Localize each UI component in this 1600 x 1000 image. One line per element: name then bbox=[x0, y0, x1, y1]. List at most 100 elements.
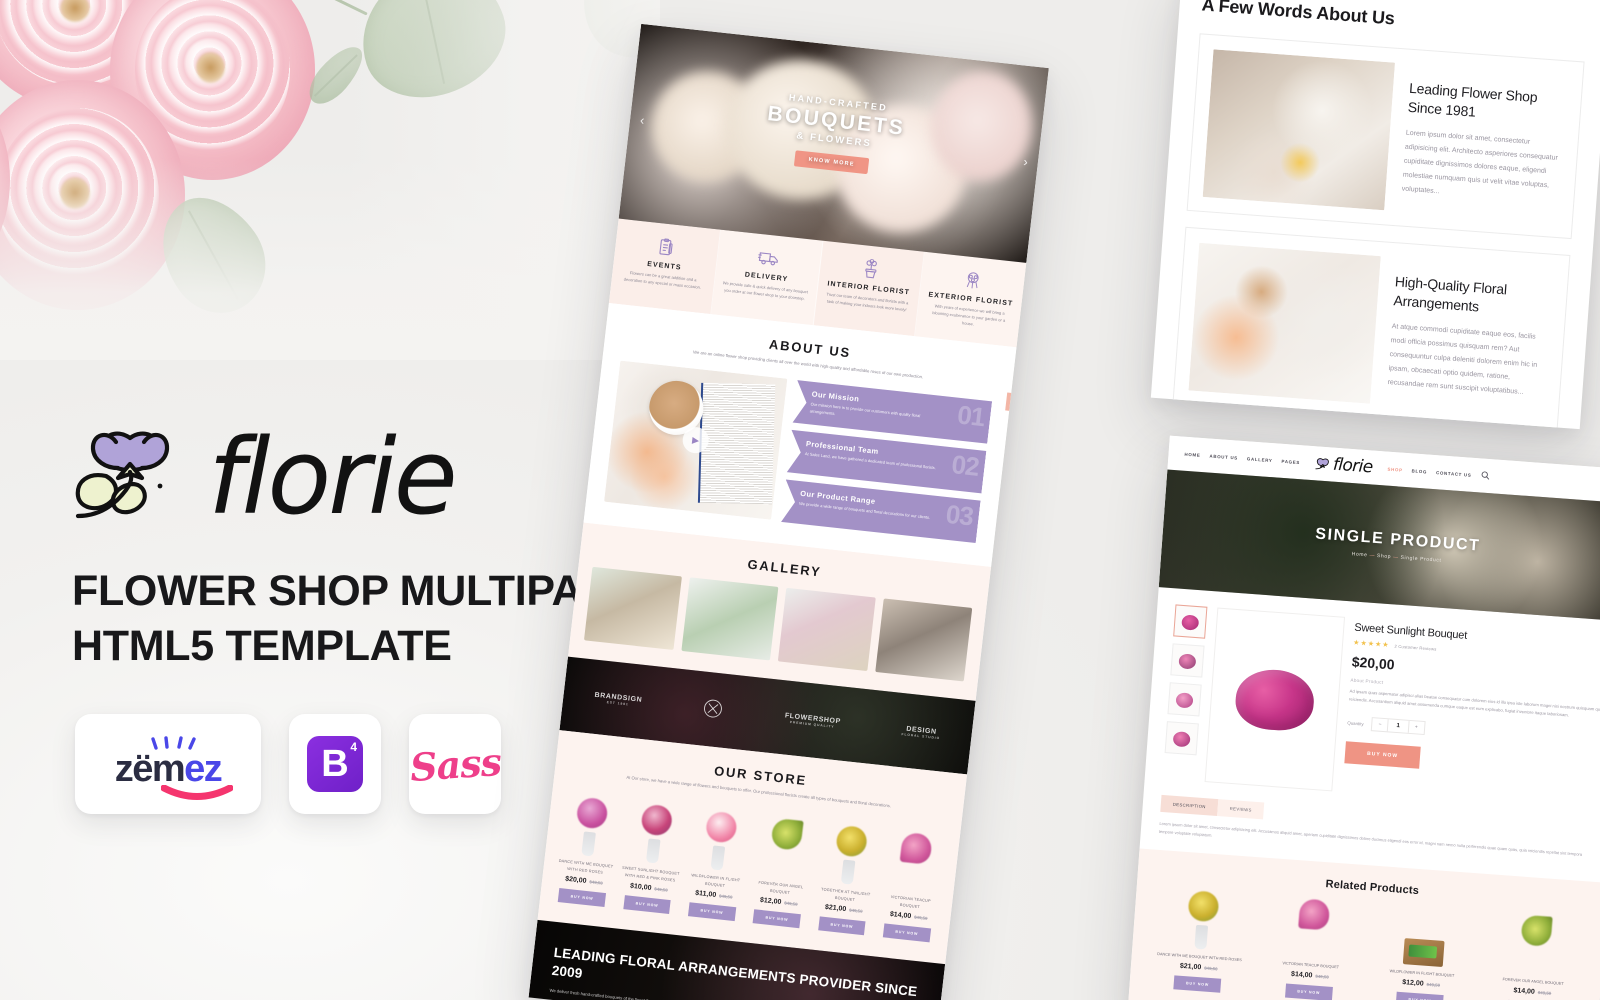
product-name: FOREVER OUR ANGEL BOUQUET bbox=[758, 880, 804, 895]
nav-contact-us[interactable]: CONTACT US bbox=[1436, 470, 1472, 478]
buy-now-button[interactable]: BUY NOW bbox=[1344, 741, 1421, 770]
potted-plant-icon bbox=[827, 255, 915, 284]
zemez-logo-icon: zëmez bbox=[115, 736, 234, 800]
presentation-canvas: florie FLOWER SHOP MULTIPAGE HTML5 TEMPL… bbox=[0, 0, 1600, 1000]
nav-shop[interactable]: SHOP bbox=[1387, 466, 1403, 472]
badge-bootstrap: B4 bbox=[289, 714, 381, 814]
buy-now-button[interactable]: BUY NOW bbox=[1395, 992, 1444, 1000]
increment-button[interactable]: + bbox=[1408, 721, 1424, 734]
service-card-events[interactable]: EVENTS Flowers can be a great addition a… bbox=[608, 218, 721, 315]
badge-sass: Sass bbox=[408, 714, 502, 814]
sass-logo-icon: Sass bbox=[408, 738, 502, 790]
product-price: $10,00 $49,50 bbox=[629, 882, 669, 893]
buy-now-button[interactable]: BUY NOW bbox=[1173, 975, 1222, 994]
tab-reviews[interactable]: REVIEWS bbox=[1217, 799, 1265, 820]
related-product-card[interactable]: FOREVER OUR ANGEL BOUQUET $14,00$49,50 B… bbox=[1479, 914, 1589, 1000]
product-card[interactable]: TOGETHER AT TWILIGHT BOUQUET $21,00 $49,5… bbox=[812, 816, 884, 936]
product-name: TOGETHER AT TWILIGHT BOUQUET bbox=[820, 887, 871, 902]
gallery-item[interactable] bbox=[874, 598, 973, 682]
product-grid: DANCE WITH ME BOUQUET WITH RED ROSES $20… bbox=[552, 787, 949, 943]
brand-logo: FLOWERSHOP PREMIUM QUALITY bbox=[784, 712, 842, 729]
buy-now-button[interactable]: BUY NOW bbox=[622, 894, 672, 914]
product-card[interactable]: WILDFLOWER IN FLIGHT BOUQUET $11,00 $49,5… bbox=[682, 802, 754, 922]
step-number: 03 bbox=[944, 499, 975, 532]
nav-home[interactable]: HOME bbox=[1184, 451, 1200, 457]
thumbnail[interactable] bbox=[1170, 643, 1205, 678]
brand-logo-text: florie bbox=[208, 415, 458, 538]
related-product-card[interactable]: DANCE WITH ME BOUQUET WITH RED ROSES $21… bbox=[1145, 890, 1255, 996]
about-card-title: Leading Flower Shop Since 1981 bbox=[1407, 79, 1538, 120]
nav-gallery[interactable]: GALLERY bbox=[1247, 456, 1273, 463]
product-price: $20,00 $49,50 bbox=[564, 875, 604, 886]
flower-logo-icon bbox=[1315, 458, 1329, 470]
single-product-mockup[interactable]: HOME ABOUT US GALLERY PAGES florie SHOP … bbox=[1127, 435, 1600, 1000]
tech-badge-row: zëmez B4 Sass bbox=[75, 714, 502, 814]
service-card-interior-florist[interactable]: INTERIOR FLORIST Trust our team of decor… bbox=[813, 240, 926, 337]
breadcrumb-shop[interactable]: Shop bbox=[1377, 553, 1391, 560]
buy-now-button[interactable]: BUY NOW bbox=[882, 923, 931, 943]
product-card[interactable]: SWEET SUNLIGHT BOUQUET WITH RED & PINK R… bbox=[617, 794, 689, 914]
brand-logo bbox=[702, 698, 724, 722]
gallery-item[interactable] bbox=[583, 567, 682, 651]
nav-pages[interactable]: PAGES bbox=[1281, 458, 1300, 464]
product-card[interactable]: DANCE WITH ME BOUQUET WITH RED ROSES $20… bbox=[552, 787, 624, 907]
tab-description[interactable]: DESCRIPTION bbox=[1160, 794, 1219, 817]
thumbnail[interactable] bbox=[1167, 682, 1202, 717]
buy-now-button[interactable]: BUY NOW bbox=[752, 909, 802, 929]
service-card-exterior-florist[interactable]: EXTERIOR FLORIST With years of experienc… bbox=[915, 251, 1027, 348]
product-price: $12,00 $49,50 bbox=[759, 896, 798, 907]
product-price: $21,00 $49,50 bbox=[824, 903, 863, 914]
about-us-mockup[interactable]: A Few Words About Us Leading Flower Shop… bbox=[1150, 0, 1600, 430]
related-product-card[interactable]: WILDFLOWER IN FLIGHT BOUQUET $12,00 $49,5… bbox=[1368, 906, 1478, 1000]
flower-logo-icon bbox=[72, 424, 190, 530]
breadcrumb-current: Single Product bbox=[1400, 554, 1442, 564]
related-products-section: Related Products DANCE WITH ME BOUQUET W… bbox=[1127, 848, 1600, 1000]
brand-logo: DESIGN FLORAL STUDIO bbox=[901, 725, 941, 741]
banner-title: SINGLE PRODUCT bbox=[1314, 525, 1482, 555]
buy-now-button[interactable]: BUY NOW bbox=[687, 902, 737, 922]
step-number: 01 bbox=[955, 399, 986, 433]
bouquet-icon bbox=[929, 266, 1017, 295]
about-card-title: High-Quality Floral Arrangements bbox=[1393, 273, 1508, 315]
chevron-up-icon[interactable]: ^ bbox=[1005, 392, 1026, 413]
related-product-card[interactable]: VICTORIAN TEACUP BOUQUET $14,00 $49,50 BU… bbox=[1257, 898, 1367, 1000]
about-video-thumbnail[interactable]: ▶ bbox=[603, 360, 788, 521]
decrement-button[interactable]: − bbox=[1372, 719, 1388, 732]
zemez-ticks-icon bbox=[151, 736, 197, 750]
site-logo[interactable]: florie bbox=[1314, 453, 1373, 477]
buy-now-button[interactable]: BUY NOW bbox=[557, 887, 607, 907]
about-card-1[interactable]: Leading Flower Shop Since 1981 Lorem ips… bbox=[1186, 33, 1585, 240]
about-card-body: Lorem ipsum dolor sit amet, consectetur … bbox=[1401, 129, 1559, 196]
truck-icon bbox=[725, 243, 813, 272]
homepage-mockup[interactable]: ‹ › HAND-CRAFTED BOUQUETS & FLOWERS KNOW… bbox=[528, 23, 1049, 1000]
buy-now-button[interactable]: BUY NOW bbox=[817, 916, 866, 936]
quantity-stepper[interactable]: − 1 + bbox=[1371, 717, 1426, 736]
badge-zemez: zëmez bbox=[75, 714, 261, 814]
step-number: 02 bbox=[949, 449, 981, 483]
product-price: $14,00 $49,50 bbox=[889, 910, 928, 921]
roses-background-photo bbox=[0, 0, 660, 360]
gallery-item[interactable] bbox=[680, 577, 779, 661]
product-card[interactable]: FOREVER OUR ANGEL BOUQUET $12,00 $49,50 B… bbox=[747, 809, 819, 929]
service-desc: With years of experience we will bring a… bbox=[932, 303, 1006, 327]
bootstrap-logo-icon: B4 bbox=[307, 736, 363, 792]
product-name: SWEET SUNLIGHT BOUQUET WITH RED & PINK R… bbox=[621, 866, 680, 883]
product-card[interactable]: VICTORIAN TEACUP BOUQUET $14,00 $49,50 BU… bbox=[877, 823, 949, 943]
nav-about-us[interactable]: ABOUT US bbox=[1209, 453, 1238, 460]
thumbnail[interactable] bbox=[1164, 721, 1199, 756]
buy-now-button[interactable]: BUY NOW bbox=[1284, 983, 1333, 1000]
about-card-image bbox=[1188, 242, 1381, 404]
gallery-item[interactable] bbox=[777, 588, 876, 672]
breadcrumb-home[interactable]: Home bbox=[1352, 551, 1368, 558]
product-main-image[interactable] bbox=[1204, 607, 1346, 792]
review-count[interactable]: 2 Customer Reviews bbox=[1394, 643, 1436, 651]
product-detail: Sweet Sunlight Bouquet ★★★★★ 2 Customer … bbox=[1145, 587, 1600, 812]
zemez-smile-icon bbox=[160, 784, 234, 801]
about-card-2[interactable]: High-Quality Floral Arrangements At atqu… bbox=[1172, 226, 1571, 430]
quantity-label: Quantity bbox=[1347, 720, 1364, 727]
search-icon[interactable] bbox=[1480, 466, 1490, 485]
nav-blog[interactable]: BLOG bbox=[1412, 468, 1428, 474]
thumbnail[interactable] bbox=[1173, 604, 1208, 639]
service-card-delivery[interactable]: DELIVERY We provide safe & quick deliver… bbox=[711, 229, 823, 326]
brand-logo: BRANDSIGN EST 1981 bbox=[594, 691, 643, 707]
